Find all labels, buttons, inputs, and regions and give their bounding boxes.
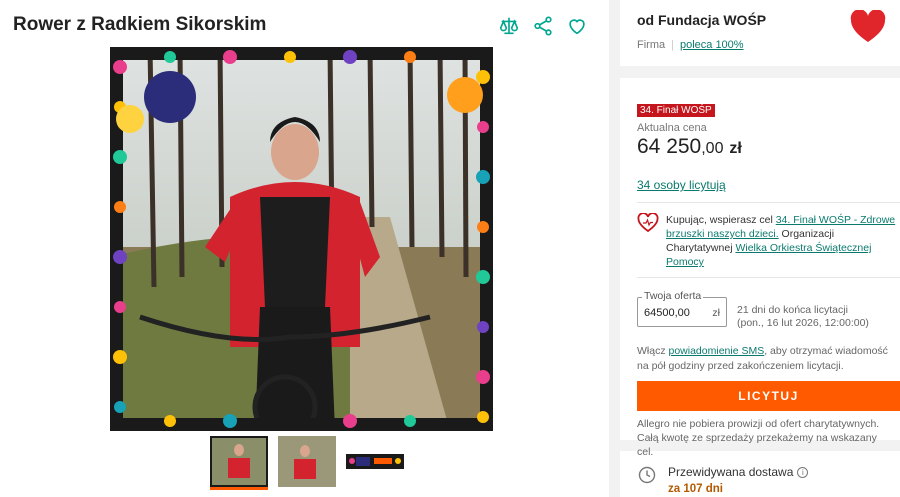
bid-unit: zł: [712, 307, 720, 319]
charity-text-1: Kupując, wspierasz cel: [666, 214, 776, 226]
bid-button[interactable]: LICYTUJ: [637, 381, 900, 411]
main-product-image[interactable]: [110, 47, 493, 431]
auction-time: 21 dni do końca licytacji (pon., 16 lut …: [737, 304, 869, 330]
bid-value[interactable]: 64500,00: [644, 307, 690, 319]
wosp-heart-logo: [850, 10, 886, 42]
offer-sidebar: od Fundacja WOŚP Firma | poleca 100% 34.…: [620, 0, 900, 497]
delivery-label-row: Przewidywana dostawa i: [668, 465, 809, 479]
divider: [637, 202, 900, 203]
share-button[interactable]: [531, 14, 555, 38]
scales-icon: [499, 17, 519, 35]
delivery-info: Przewidywana dostawa i za 107 dni: [668, 465, 809, 497]
separator: |: [671, 39, 674, 51]
delivery-label: Przewidywana dostawa: [668, 465, 794, 479]
sms-notification-link[interactable]: powiadomienie SMS: [669, 345, 765, 357]
seller-card: od Fundacja WOŚP Firma | poleca 100%: [620, 0, 900, 66]
charity-text: Kupując, wspierasz cel 34. Finał WOŚP - …: [666, 213, 900, 269]
bid-amount-input[interactable]: Twoja oferta 64500,00 zł: [637, 290, 727, 327]
charity-info: Kupując, wspierasz cel 34. Finał WOŚP - …: [637, 213, 900, 269]
seller-recommend-link[interactable]: poleca 100%: [680, 39, 744, 51]
final-badge: 34. Finał WOŚP: [637, 104, 715, 117]
price-label: Aktualna cena: [637, 122, 707, 134]
sms-prefix: Włącz: [637, 345, 669, 357]
charity-heart-icon: [637, 213, 659, 233]
divider: [637, 277, 900, 278]
time-left: 21 dni do końca licytacji: [737, 304, 848, 316]
price-decimal: ,00: [701, 140, 724, 157]
thumbnail-strip: [210, 436, 404, 490]
bidders-link[interactable]: 34 osoby licytują: [637, 178, 900, 192]
share-icon: [534, 16, 552, 36]
sms-notification-text: Włącz powiadomienie SMS, aby otrzymać wi…: [637, 344, 900, 374]
end-date: (pon., 16 lut 2026, 12:00:00): [737, 317, 869, 329]
thumbnail-3[interactable]: [346, 436, 404, 490]
info-icon[interactable]: i: [797, 466, 809, 478]
current-price: 64 250,00 zł: [637, 135, 900, 159]
favorite-button[interactable]: [565, 14, 589, 38]
bid-legend: Twoja oferta: [642, 290, 704, 302]
thumbnail-2[interactable]: [278, 436, 336, 490]
heart-icon: [569, 19, 585, 35]
compare-button[interactable]: [497, 14, 521, 38]
product-actions: [497, 14, 589, 38]
thumbnail-1[interactable]: [210, 436, 268, 490]
offer-card: 34. Finał WOŚP Aktualna cena 64 250,00 z…: [620, 78, 900, 458]
product-title: Rower z Radkiem Sikorskim: [13, 14, 267, 35]
bid-row: Twoja oferta 64500,00 zł 21 dni do końca…: [637, 290, 900, 330]
delivery-value: za 107 dni: [668, 483, 723, 495]
price-integer: 64 250: [637, 135, 702, 158]
commission-note: Allegro nie pobiera prowizji od ofert ch…: [637, 418, 880, 458]
product-gallery-panel: Rower z Radkiem Sikorskim: [0, 0, 609, 497]
price-currency: zł: [729, 140, 742, 157]
clock-icon: [638, 466, 656, 484]
seller-type: Firma: [637, 39, 666, 51]
